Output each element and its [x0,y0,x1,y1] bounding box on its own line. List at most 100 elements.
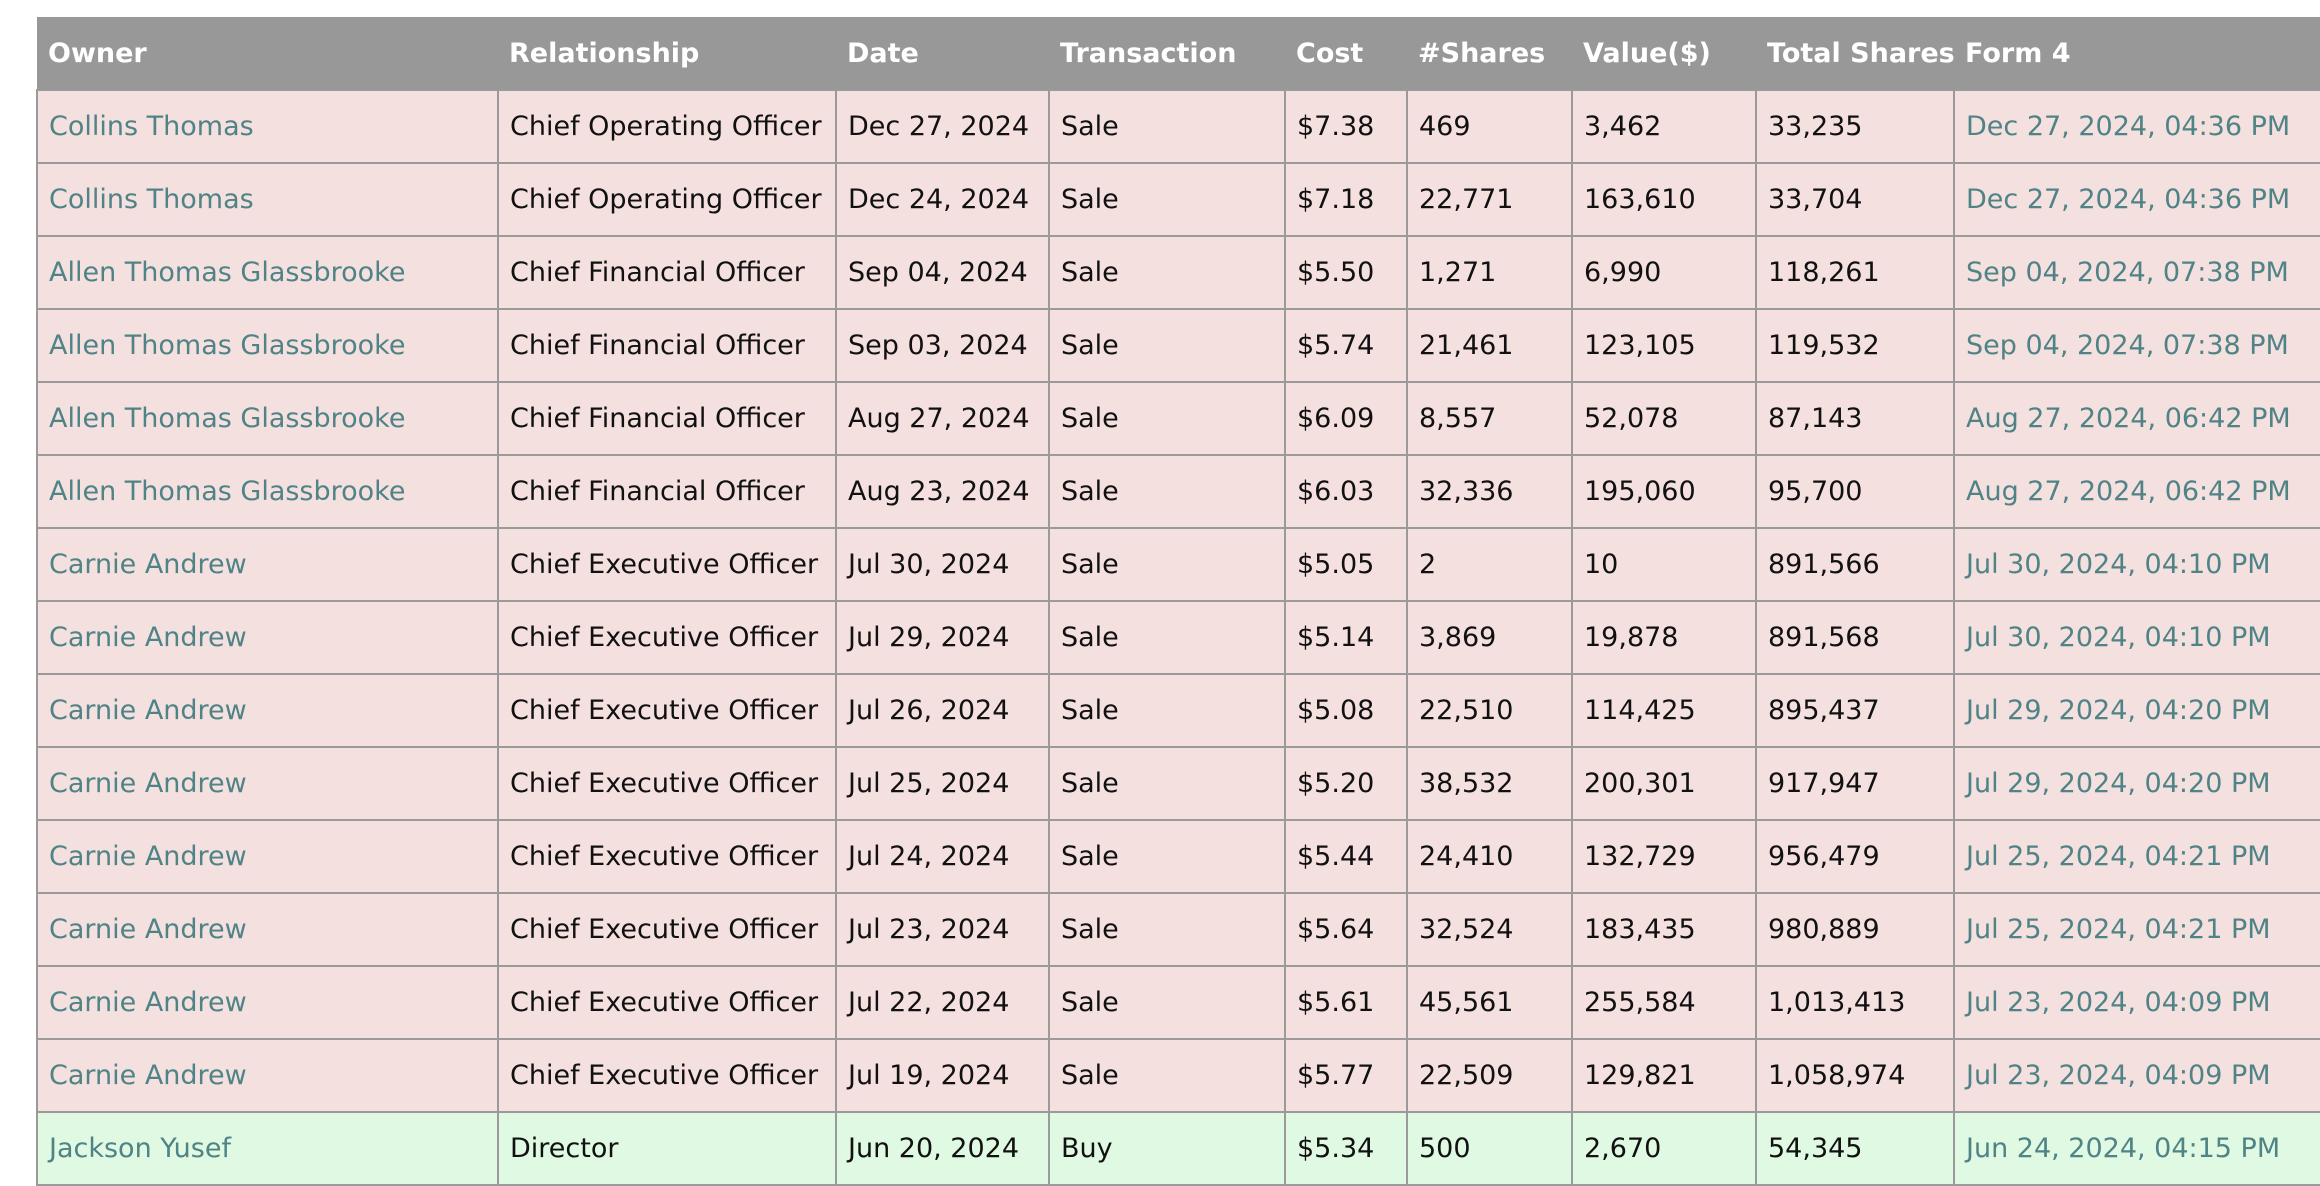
relationship-cell: Chief Executive Officer [497,527,837,602]
shares-cell: 32,524 [1406,892,1573,967]
value-cell: 163,610 [1571,162,1757,237]
total-shares-cell: 54,345 [1755,1111,1955,1186]
total-shares-cell: 118,261 [1755,235,1955,310]
owner-link[interactable]: Allen Thomas Glassbrooke [36,308,499,383]
relationship-cell: Chief Financial Officer [497,381,837,456]
transaction-cell: Sale [1048,819,1286,894]
total-shares-cell: 33,235 [1755,89,1955,164]
value-cell: 129,821 [1571,1038,1757,1113]
shares-cell: 24,410 [1406,819,1573,894]
owner-link[interactable]: Allen Thomas Glassbrooke [36,454,499,529]
column-header-cost[interactable]: Cost [1285,17,1407,90]
column-header-shares[interactable]: #Shares [1407,17,1572,90]
form4-link[interactable]: Jul 29, 2024, 04:20 PM [1953,746,2320,821]
column-header-relationship[interactable]: Relationship [498,17,836,90]
form4-link[interactable]: Jul 29, 2024, 04:20 PM [1953,673,2320,748]
value-cell: 183,435 [1571,892,1757,967]
form4-link[interactable]: Jul 25, 2024, 04:21 PM [1953,892,2320,967]
value-cell: 52,078 [1571,381,1757,456]
form4-link[interactable]: Jul 25, 2024, 04:21 PM [1953,819,2320,894]
total-shares-cell: 33,704 [1755,162,1955,237]
form4-link[interactable]: Dec 27, 2024, 04:36 PM [1953,89,2320,164]
transaction-cell: Sale [1048,235,1286,310]
owner-link[interactable]: Carnie Andrew [36,600,499,675]
cost-cell: $7.38 [1284,89,1408,164]
owner-link[interactable]: Jackson Yusef [36,1111,499,1186]
transaction-cell: Sale [1048,673,1286,748]
form4-link[interactable]: Sep 04, 2024, 07:38 PM [1953,308,2320,383]
transaction-cell: Sale [1048,965,1286,1040]
relationship-cell: Chief Executive Officer [497,673,837,748]
owner-link[interactable]: Carnie Andrew [36,965,499,1040]
owner-link[interactable]: Allen Thomas Glassbrooke [36,381,499,456]
relationship-cell: Chief Executive Officer [497,600,837,675]
date-cell: Sep 03, 2024 [835,308,1050,383]
owner-link[interactable]: Collins Thomas [36,89,499,164]
form4-link[interactable]: Dec 27, 2024, 04:36 PM [1953,162,2320,237]
relationship-cell: Chief Executive Officer [497,819,837,894]
date-cell: Sep 04, 2024 [835,235,1050,310]
total-shares-cell: 891,566 [1755,527,1955,602]
cost-cell: $5.61 [1284,965,1408,1040]
value-cell: 19,878 [1571,600,1757,675]
total-shares-cell: 87,143 [1755,381,1955,456]
form4-link[interactable]: Aug 27, 2024, 06:42 PM [1953,454,2320,529]
transaction-cell: Sale [1048,746,1286,821]
date-cell: Jul 19, 2024 [835,1038,1050,1113]
total-shares-cell: 956,479 [1755,819,1955,894]
owner-link[interactable]: Carnie Andrew [36,527,499,602]
table-row: Allen Thomas Glassbrooke Chief Financial… [36,454,2320,529]
form4-link[interactable]: Aug 27, 2024, 06:42 PM [1953,381,2320,456]
value-cell: 195,060 [1571,454,1757,529]
table-row: Jackson Yusef Director Jun 20, 2024 Buy … [36,1111,2320,1186]
owner-link[interactable]: Collins Thomas [36,162,499,237]
column-header-value[interactable]: Value($) [1572,17,1756,90]
shares-cell: 469 [1406,89,1573,164]
form4-link[interactable]: Jun 24, 2024, 04:15 PM [1953,1111,2320,1186]
cost-cell: $5.08 [1284,673,1408,748]
relationship-cell: Chief Executive Officer [497,746,837,821]
owner-link[interactable]: Carnie Andrew [36,1038,499,1113]
table-row: Allen Thomas Glassbrooke Chief Financial… [36,381,2320,456]
column-header-total-shares[interactable]: Total Shares [1756,17,1954,90]
relationship-cell: Chief Executive Officer [497,1038,837,1113]
form4-link[interactable]: Jul 30, 2024, 04:10 PM [1953,600,2320,675]
total-shares-cell: 1,013,413 [1755,965,1955,1040]
shares-cell: 500 [1406,1111,1573,1186]
table-row: Allen Thomas Glassbrooke Chief Financial… [36,308,2320,383]
date-cell: Jul 25, 2024 [835,746,1050,821]
total-shares-cell: 119,532 [1755,308,1955,383]
owner-link[interactable]: Carnie Andrew [36,892,499,967]
transaction-cell: Sale [1048,162,1286,237]
cost-cell: $7.18 [1284,162,1408,237]
form4-link[interactable]: Jul 30, 2024, 04:10 PM [1953,527,2320,602]
owner-link[interactable]: Carnie Andrew [36,673,499,748]
form4-link[interactable]: Jul 23, 2024, 04:09 PM [1953,965,2320,1040]
relationship-cell: Chief Executive Officer [497,892,837,967]
form4-link[interactable]: Sep 04, 2024, 07:38 PM [1953,235,2320,310]
relationship-cell: Chief Operating Officer [497,89,837,164]
value-cell: 200,301 [1571,746,1757,821]
relationship-cell: Chief Financial Officer [497,235,837,310]
transaction-cell: Sale [1048,454,1286,529]
table-row: Carnie Andrew Chief Executive Officer Ju… [36,600,2320,675]
owner-link[interactable]: Carnie Andrew [36,746,499,821]
date-cell: Jul 30, 2024 [835,527,1050,602]
owner-link[interactable]: Allen Thomas Glassbrooke [36,235,499,310]
column-header-owner[interactable]: Owner [37,17,498,90]
relationship-cell: Director [497,1111,837,1186]
form4-link[interactable]: Jul 23, 2024, 04:09 PM [1953,1038,2320,1113]
column-header-date[interactable]: Date [836,17,1049,90]
cost-cell: $5.74 [1284,308,1408,383]
cost-cell: $5.05 [1284,527,1408,602]
cost-cell: $5.20 [1284,746,1408,821]
column-header-form4[interactable]: Form 4 [1954,17,2320,90]
owner-link[interactable]: Carnie Andrew [36,819,499,894]
value-cell: 2,670 [1571,1111,1757,1186]
shares-cell: 22,509 [1406,1038,1573,1113]
column-header-transaction[interactable]: Transaction [1049,17,1285,90]
shares-cell: 22,771 [1406,162,1573,237]
transaction-cell: Sale [1048,381,1286,456]
shares-cell: 8,557 [1406,381,1573,456]
table-row: Carnie Andrew Chief Executive Officer Ju… [36,527,2320,602]
